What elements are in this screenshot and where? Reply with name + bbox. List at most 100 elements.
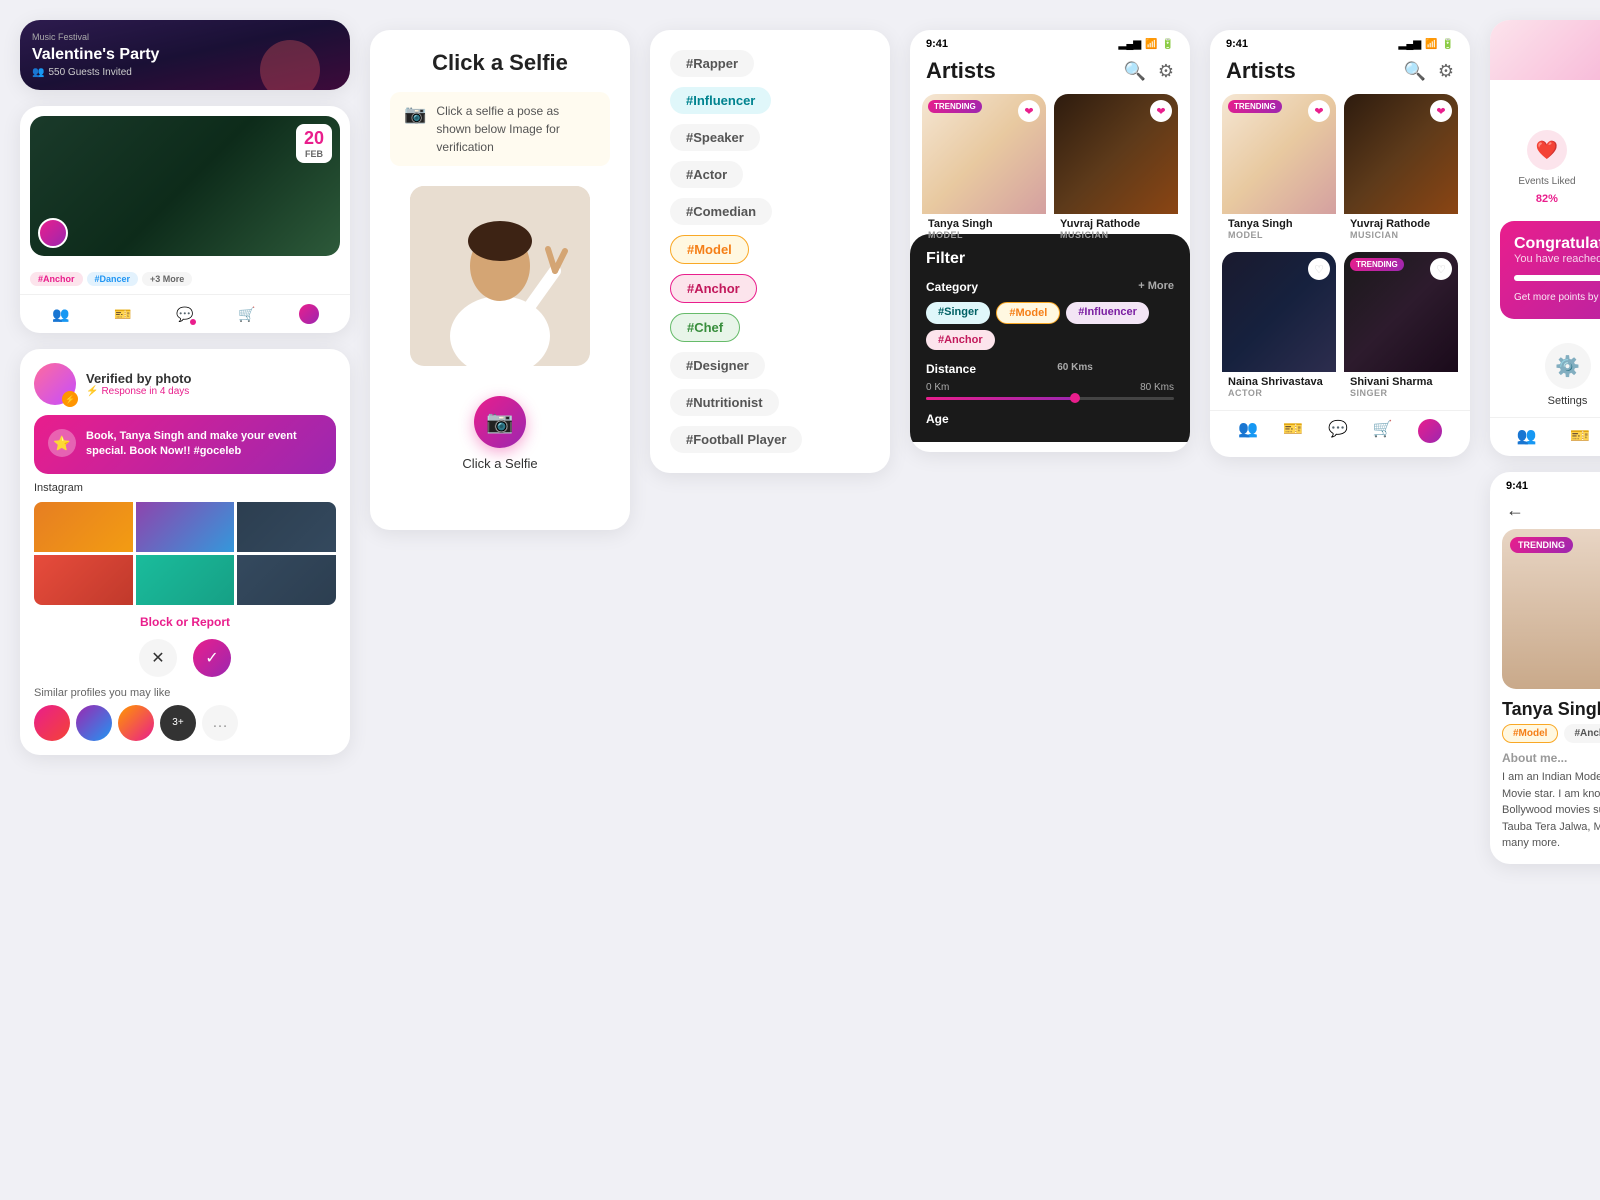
settings-action[interactable]: ⚙️ Settings [1545,343,1591,407]
artist-info-naina: Naina Shrivastava ACTOR [1222,372,1336,402]
tag-anchor[interactable]: #Anchor [670,274,757,303]
event-tag: Music Festival [32,32,338,42]
nav-cart-icon[interactable]: 🛒 [236,303,258,325]
block-report-link[interactable]: Block or Report [34,615,336,629]
artist-card-tanya[interactable]: TRENDING ❤ Tanya Singh MODEL [922,94,1046,244]
congrats-banner: ⭐ Congratulations! You have reached leve… [1500,221,1600,319]
column-3: #Rapper #Influencer #Speaker #Actor #Com… [640,20,900,864]
card2-avatar [38,218,68,248]
profile-nav: 👥 🎫 💬 🛒 [1490,417,1600,456]
artist-card-tanya-2[interactable]: TRENDING ❤ Tanya Singh MODEL [1222,94,1336,244]
pnav-people[interactable]: 👥 [1517,426,1537,448]
nav-people-2[interactable]: 👥 [1238,419,1258,443]
artist-role-tanya: MODEL [928,230,1040,240]
artist-card-yuvraj[interactable]: ❤ Yuvraj Rathode MUSICIAN [1054,94,1178,244]
lightning-icon: ⚡ [62,391,78,407]
back-button[interactable]: ← [1506,500,1524,521]
settings-icon: ⚙️ [1545,343,1591,389]
pnav-ticket[interactable]: 🎫 [1570,426,1590,448]
date-month: FEB [304,149,324,159]
close-button[interactable]: ✕ [139,639,177,677]
artist-name-shivani: Shivani Sharma [1350,376,1452,388]
tag-more[interactable]: +3 More [142,272,192,286]
artist-card-shivani[interactable]: TRENDING ♡ Shivani Sharma SINGER [1344,252,1458,402]
detail-tag-anchor[interactable]: #Anchor [1564,724,1600,743]
tag-model[interactable]: #Model [670,235,749,264]
nav-ticket-2[interactable]: 🎫 [1283,419,1303,443]
nav-profile-2[interactable] [1418,419,1442,443]
artist-card-yuvraj-2[interactable]: ❤ Yuvraj Rathode MUSICIAN [1344,94,1458,244]
tag-speaker[interactable]: #Speaker [670,124,760,151]
stat-events-value: 82% [1536,193,1558,205]
similar-label: Similar profiles you may like [34,687,336,699]
search-icon-2[interactable]: 🔍 [1403,61,1425,82]
filter-icon[interactable]: ⚙ [1158,61,1174,82]
nav-chat-2[interactable]: 💬 [1328,419,1348,443]
detail-tag-model[interactable]: #Model [1502,724,1558,743]
heart-shivani[interactable]: ♡ [1430,258,1452,280]
tag-chef[interactable]: #Chef [670,313,740,342]
tag-nutritionist[interactable]: #Nutritionist [670,389,779,416]
verified-name: Verified by photo [86,371,191,386]
similar-avatar-3[interactable] [118,705,154,741]
heart-naina[interactable]: ♡ [1308,258,1330,280]
heart-tanya-2[interactable]: ❤ [1308,100,1330,122]
artist-card-naina[interactable]: ♡ Naina Shrivastava ACTOR [1222,252,1336,402]
artist-info-tanya-2: Tanya Singh MODEL [1222,214,1336,244]
more-similar-button[interactable]: … [202,705,238,741]
artists-header: Artists 🔍 ⚙ [910,54,1190,94]
distance-slider[interactable] [926,397,1174,400]
filter-icon-2[interactable]: ⚙ [1438,61,1454,82]
heart-tanya[interactable]: ❤ [1018,100,1040,122]
tag-football-player[interactable]: #Football Player [670,426,802,453]
tag-influencer[interactable]: #Influencer [670,87,771,114]
filter-more-link[interactable]: + More [1138,280,1174,292]
tag-comedian[interactable]: #Comedian [670,198,772,225]
similar-avatar-2[interactable] [76,705,112,741]
artist-info-shivani: Shivani Sharma SINGER [1344,372,1458,402]
check-button[interactable]: ✓ [193,639,231,677]
signal-icon-2: ▂▄▆ [1399,39,1421,50]
artist-grid-2: TRENDING ❤ Tanya Singh MODEL ❤ Yuv [1210,94,1470,402]
status-bar-1: 9:41 ▂▄▆ 📶 🔋 [910,30,1190,54]
tag-anchor[interactable]: #Anchor [30,272,83,286]
similar-avatar-4[interactable]: 3+ [160,705,196,741]
nav-profile-icon[interactable] [298,303,320,325]
artists-title-2: Artists [1226,58,1296,84]
tags-list: #Rapper #Influencer #Speaker #Actor #Com… [670,50,870,453]
similar-avatars: 3+ … [34,705,336,741]
profile-stats-card: ❤️ Events Liked 82% 📋 Celeb Booked 02 ⭐ … [1490,20,1600,456]
photo-5 [136,555,235,605]
nav-chat-icon[interactable]: 💬 [174,303,196,325]
similar-avatar-1[interactable] [34,705,70,741]
heart-yuvraj-2[interactable]: ❤ [1430,100,1452,122]
slider-thumb[interactable] [1070,393,1080,403]
date-badge: 20 FEB [296,124,332,163]
tag-dancer[interactable]: #Dancer [87,272,139,286]
ftag-anchor[interactable]: #Anchor [926,330,995,350]
filter-title: Filter [926,250,1174,268]
camera-capture-button[interactable]: 📷 [474,396,526,448]
tag-rapper[interactable]: #Rapper [670,50,754,77]
filter-panel: Filter Category + More #Singer #Model #I… [910,234,1190,442]
detail-content: TRENDING [1490,529,1600,689]
artist-name-tanya: Tanya Singh [928,218,1040,230]
search-icon[interactable]: 🔍 [1123,61,1145,82]
status-bar-2: 9:41 ▂▄▆ 📶 🔋 [1210,30,1470,54]
status-icons-2: ▂▄▆ 📶 🔋 [1399,39,1454,50]
nav-ticket-icon[interactable]: 🎫 [112,303,134,325]
photo-1 [34,502,133,552]
tag-designer[interactable]: #Designer [670,352,765,379]
ftag-model[interactable]: #Model [996,302,1060,324]
heart-yuvraj[interactable]: ❤ [1150,100,1172,122]
ftag-influencer[interactable]: #Influencer [1066,302,1149,324]
nav-cart-2[interactable]: 🛒 [1373,419,1393,443]
nav-people-icon[interactable]: 👥 [50,303,72,325]
header-icons-2: 🔍 ⚙ [1403,61,1454,82]
wifi-icon-2: 📶 [1425,39,1437,50]
tag-actor[interactable]: #Actor [670,161,743,188]
ftag-singer[interactable]: #Singer [926,302,990,324]
photo-4 [34,555,133,605]
dist-val: 60 Kms [1057,362,1093,376]
column-5: 9:41 ▂▄▆ 📶 🔋 Artists 🔍 ⚙ [1200,20,1480,864]
